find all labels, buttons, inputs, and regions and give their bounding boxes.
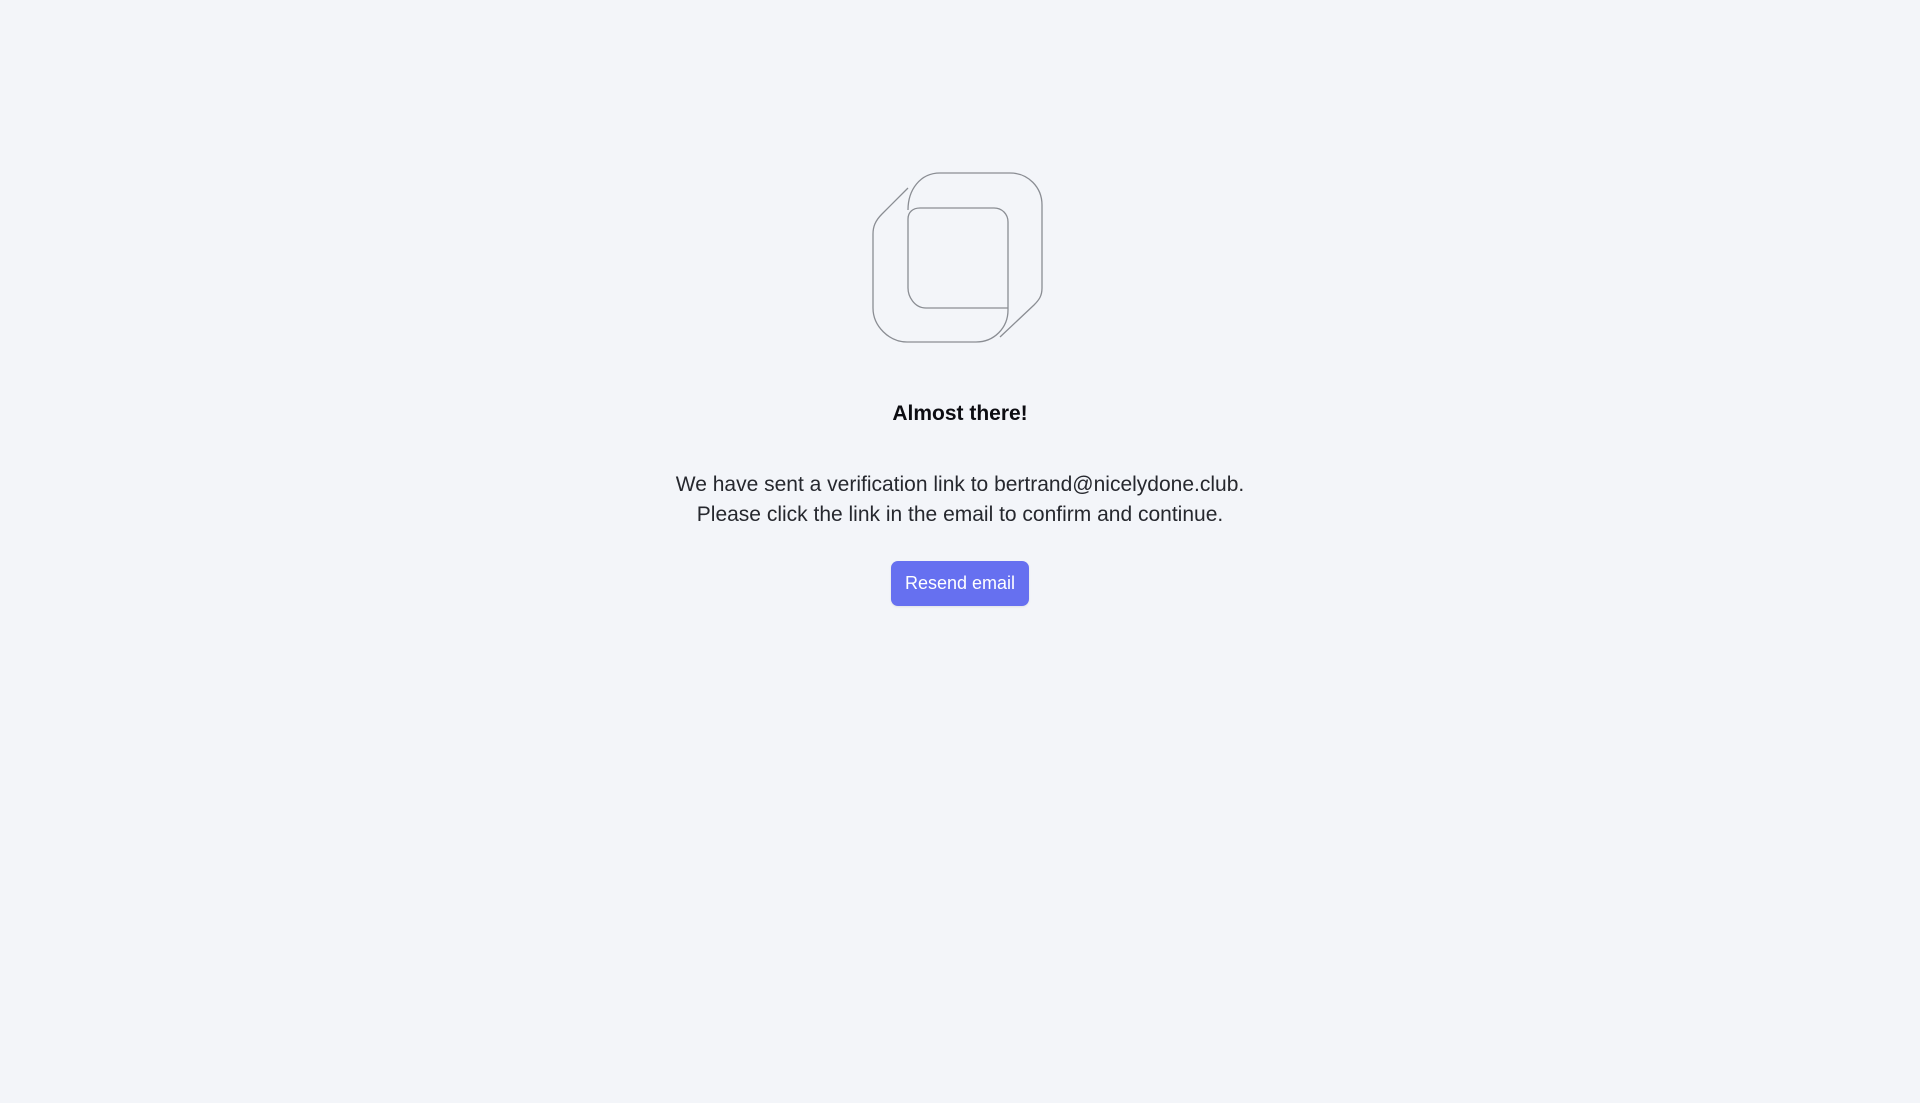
brand-logo-icon — [872, 172, 1044, 344]
resend-email-button[interactable]: Resend email — [891, 561, 1029, 606]
message-line-1: We have sent a verification link to bert… — [675, 473, 1245, 496]
logo-front-square — [872, 187, 1009, 343]
logo-back-square — [907, 172, 1043, 338]
page-title: Almost there! — [892, 402, 1028, 425]
verification-page: Almost there! We have sent a verificatio… — [0, 0, 1920, 1103]
message-line-2: Please click the link in the email to co… — [696, 503, 1224, 526]
verification-message: We have sent a verification link to bert… — [0, 470, 1920, 530]
logo-svg — [872, 172, 1043, 343]
